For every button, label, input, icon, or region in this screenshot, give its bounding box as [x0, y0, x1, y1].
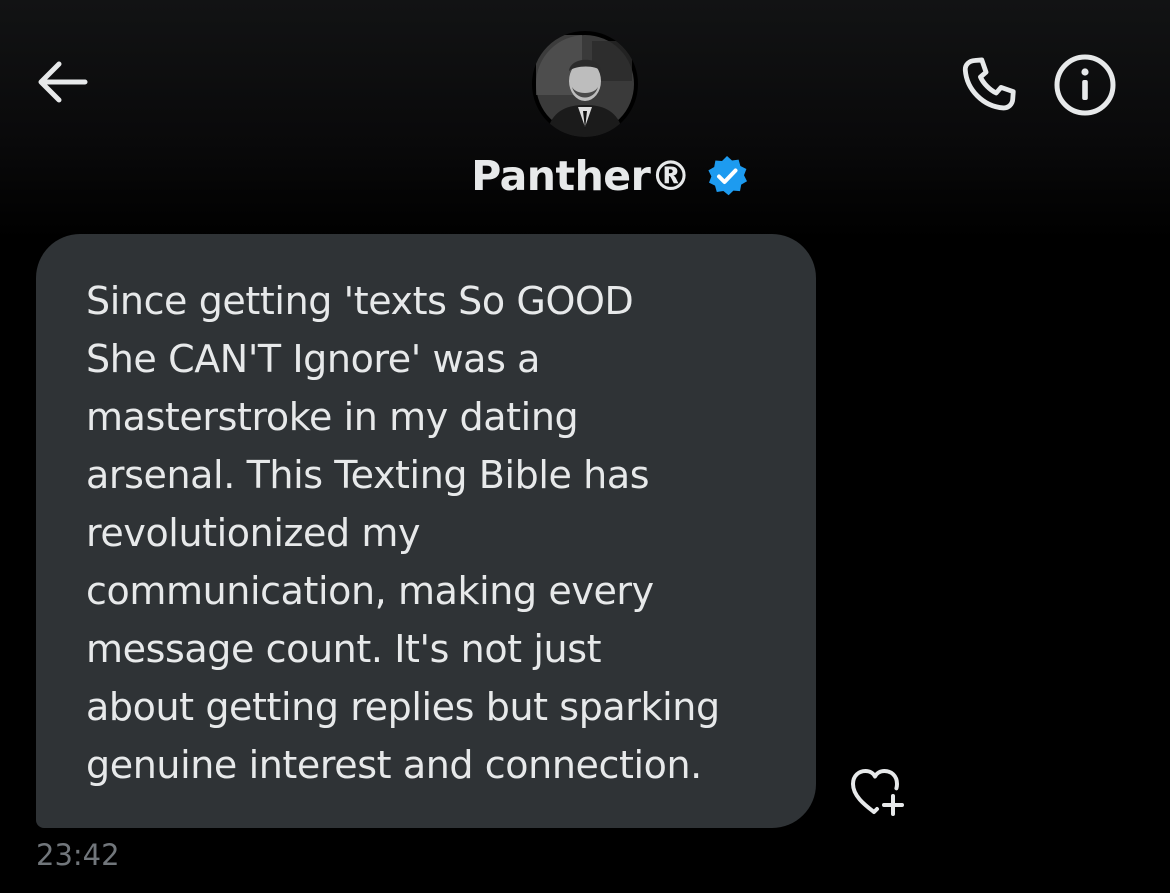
avatar-image	[533, 32, 637, 137]
info-button[interactable]	[1046, 50, 1124, 120]
message-line: arsenal. This Texting Bible has	[86, 453, 650, 497]
message-line: revolutionized my	[86, 511, 421, 555]
verified-badge-icon	[705, 154, 749, 198]
message-line: She CAN'T Ignore' was a	[86, 337, 541, 381]
dm-conversation-screen: Panther® Since getting 'texts So GOOD Sh…	[0, 0, 1170, 893]
call-button[interactable]	[950, 50, 1028, 120]
message-text: Since getting 'texts So GOOD She CAN'T I…	[86, 272, 786, 794]
arrow-left-icon	[38, 61, 88, 103]
info-circle-icon	[1054, 54, 1116, 116]
phone-icon	[962, 57, 1016, 111]
message-line: masterstroke in my dating	[86, 395, 579, 439]
avatar[interactable]	[532, 31, 638, 137]
message-line: Since getting 'texts So GOOD	[86, 279, 634, 323]
message-line: genuine interest and connection.	[86, 743, 702, 787]
message-line: message count. It's not just	[86, 627, 602, 671]
message-timestamp: 23:42	[36, 838, 120, 872]
message-line: communication, making every	[86, 569, 654, 613]
back-button[interactable]	[26, 52, 96, 112]
heart-plus-icon	[851, 769, 904, 816]
message-line: about getting replies but sparking	[86, 685, 720, 729]
display-name: Panther®	[471, 152, 691, 200]
react-button[interactable]	[838, 758, 914, 824]
profile-name-row[interactable]: Panther®	[0, 152, 1170, 200]
